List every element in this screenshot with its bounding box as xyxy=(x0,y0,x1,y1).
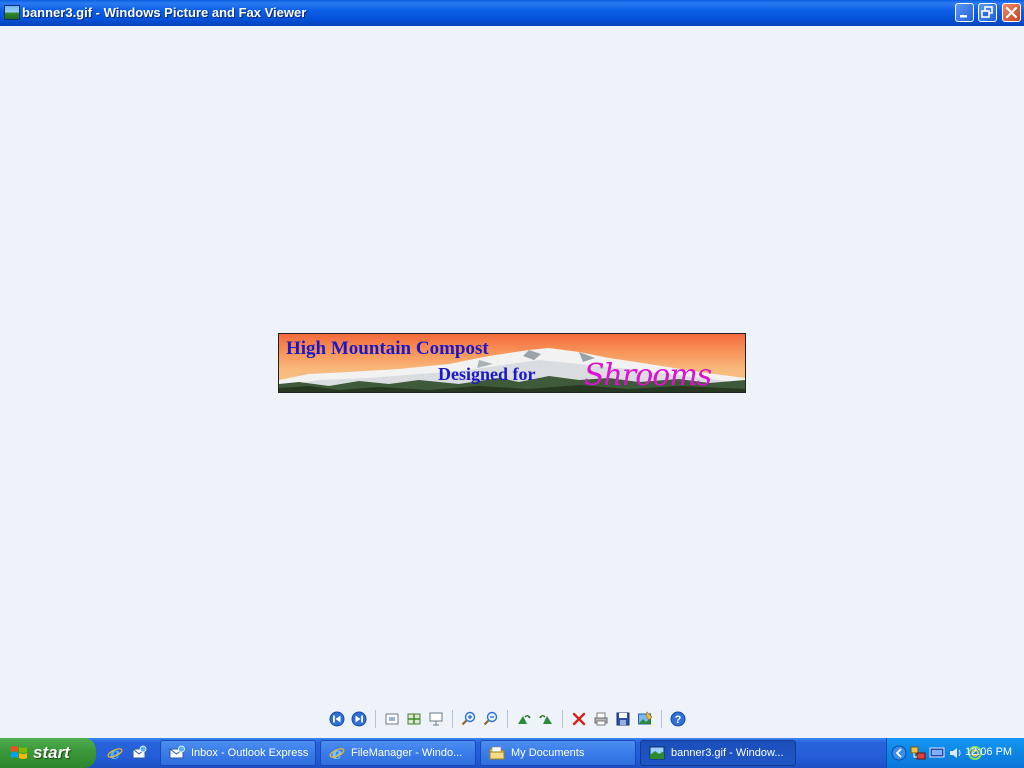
picture-viewer-icon xyxy=(649,746,665,760)
title-bar[interactable]: banner3.gif - Windows Picture and Fax Vi… xyxy=(0,0,1024,26)
start-button[interactable]: start xyxy=(0,738,96,768)
next-image-button[interactable] xyxy=(348,709,370,729)
taskbar: start e Inbox - Outlook Express e FileMa… xyxy=(0,738,1024,768)
banner-headline: High Mountain Compost xyxy=(286,338,489,359)
system-tray: 12:06 PM xyxy=(886,738,1024,768)
toolbar-separator xyxy=(507,710,508,728)
previous-icon xyxy=(329,711,345,727)
task-picture-viewer[interactable]: banner3.gif - Window... xyxy=(640,740,796,766)
print-button[interactable] xyxy=(590,709,612,729)
viewer-toolbar: ? xyxy=(326,709,689,729)
network-icon[interactable] xyxy=(910,745,926,761)
rotate-counterclockwise-button[interactable] xyxy=(535,709,557,729)
restore-icon xyxy=(981,6,993,18)
toolbar-separator xyxy=(661,710,662,728)
task-my-documents[interactable]: My Documents xyxy=(480,740,636,766)
task-label: Inbox - Outlook Express xyxy=(191,747,309,759)
help-button[interactable]: ? xyxy=(667,709,689,729)
actual-size-icon xyxy=(407,713,421,725)
restore-button[interactable] xyxy=(978,3,997,22)
minimize-icon xyxy=(960,15,967,18)
window-title: banner3.gif - Windows Picture and Fax Vi… xyxy=(22,5,307,20)
outlook-express-icon[interactable] xyxy=(130,744,148,762)
rotate-counterclockwise-icon xyxy=(539,715,552,724)
toolbar-separator xyxy=(375,710,376,728)
task-label: FileManager - Windo... xyxy=(351,747,463,759)
zoom-in-button[interactable] xyxy=(458,709,480,729)
task-label: banner3.gif - Window... xyxy=(671,747,784,759)
internet-explorer-icon[interactable]: e xyxy=(106,744,124,762)
close-icon xyxy=(1005,6,1018,19)
quick-launch: e xyxy=(106,744,148,762)
svg-text:?: ? xyxy=(675,714,682,726)
slideshow-icon xyxy=(429,712,443,726)
rotate-clockwise-button[interactable] xyxy=(513,709,535,729)
windows-flag-icon xyxy=(11,746,27,759)
help-icon: ? xyxy=(670,711,686,727)
banner-script-text: Shrooms xyxy=(584,358,712,393)
best-fit-button[interactable] xyxy=(381,709,403,729)
previous-image-button[interactable] xyxy=(326,709,348,729)
best-fit-icon xyxy=(385,713,399,725)
close-button[interactable] xyxy=(1002,3,1021,22)
zoom-in-icon xyxy=(461,711,476,726)
task-label: My Documents xyxy=(511,747,585,759)
minimize-button[interactable] xyxy=(955,3,974,22)
display-icon[interactable] xyxy=(929,745,945,761)
delete-button[interactable] xyxy=(568,709,590,729)
next-icon xyxy=(351,711,367,727)
zoom-out-button[interactable] xyxy=(480,709,502,729)
folder-icon xyxy=(489,746,505,760)
delete-icon xyxy=(572,712,586,726)
print-icon xyxy=(594,712,608,726)
zoom-out-icon xyxy=(483,711,498,726)
start-label: start xyxy=(33,743,70,762)
svg-text:e: e xyxy=(332,745,342,761)
displayed-image: High Mountain Compost Designed for Shroo… xyxy=(278,333,746,393)
internet-explorer-icon: e xyxy=(329,745,345,761)
volume-icon[interactable] xyxy=(948,745,964,761)
show-hidden-icons-chevron[interactable] xyxy=(891,745,907,761)
edit-icon xyxy=(638,711,653,725)
save-icon xyxy=(616,712,630,726)
edit-button[interactable] xyxy=(634,709,656,729)
svg-text:e: e xyxy=(110,745,120,761)
banner-subline: Designed for xyxy=(438,364,536,384)
clock[interactable]: 12:06 PM xyxy=(965,746,1012,758)
save-copy-button[interactable] xyxy=(612,709,634,729)
actual-size-button[interactable] xyxy=(403,709,425,729)
toolbar-separator xyxy=(562,710,563,728)
toolbar-separator xyxy=(452,710,453,728)
slide-show-button[interactable] xyxy=(425,709,447,729)
image-canvas[interactable]: High Mountain Compost Designed for Shroo… xyxy=(0,26,1024,708)
outlook-express-icon xyxy=(169,745,185,759)
task-filemanager[interactable]: e FileManager - Windo... xyxy=(320,740,476,766)
task-outlook-express[interactable]: Inbox - Outlook Express xyxy=(160,740,316,766)
picture-viewer-icon[interactable] xyxy=(4,5,20,20)
rotate-clockwise-icon xyxy=(518,715,531,724)
